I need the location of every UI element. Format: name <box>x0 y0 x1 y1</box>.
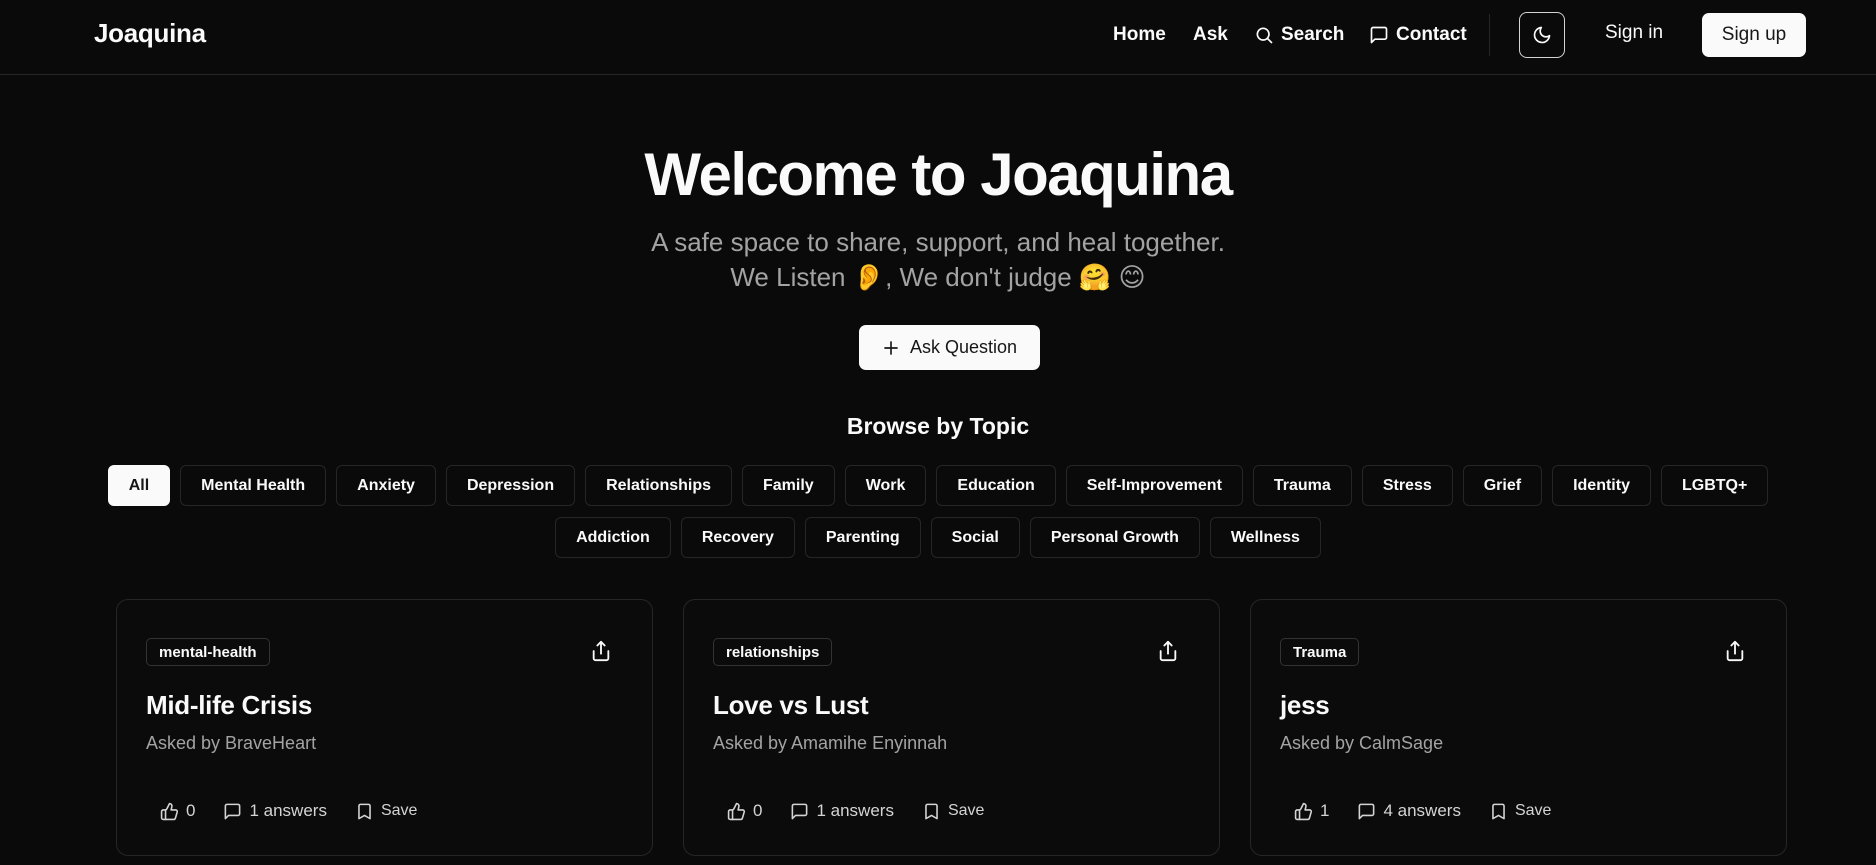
answers-count: 1 answers <box>816 801 894 820</box>
answers-count: 1 answers <box>249 801 327 820</box>
thumbs-up-icon <box>1294 802 1313 821</box>
topic-chip[interactable]: Self-Improvement <box>1065 465 1243 506</box>
question-card[interactable]: mental-health Mid-life Crisis Asked by Bra… <box>116 599 653 856</box>
save-label: Save <box>1514 802 1552 819</box>
bookmark-icon <box>922 802 941 821</box>
search-icon <box>1256 27 1273 44</box>
hero-title: Welcome to Joaquina <box>644 141 1233 208</box>
card-title[interactable]: jess <box>1280 690 1330 721</box>
nav-divider <box>1489 14 1490 56</box>
card-author: Asked by CalmSage <box>1280 733 1444 753</box>
plus-icon <box>884 340 898 355</box>
card-actions: 0 1 answers Save <box>713 793 998 829</box>
topic-chip[interactable]: Trauma <box>1252 465 1352 506</box>
answers-button[interactable]: 4 answers <box>1343 793 1474 829</box>
card-actions: 1 4 answers Save <box>1280 793 1565 829</box>
card-title[interactable]: Mid-life Crisis <box>146 690 312 721</box>
card-actions: 0 1 answers Save <box>146 793 431 829</box>
nav-contact[interactable]: Contact <box>1369 0 1467 70</box>
topic-chip[interactable]: Mental Health <box>180 465 327 506</box>
topic-chip[interactable]: Grief <box>1462 465 1543 506</box>
bookmark-icon <box>355 802 374 821</box>
nav-home-label[interactable]: Home <box>1113 24 1166 46</box>
card-tag[interactable]: mental-health <box>146 638 270 666</box>
nav-ask-label[interactable]: Ask <box>1193 24 1228 46</box>
topic-chip[interactable]: Addiction <box>555 517 671 558</box>
topic-chip[interactable]: Recovery <box>680 517 795 558</box>
hero-subtitle-line1: A safe space to share, support, and heal… <box>651 227 1225 257</box>
ask-question-label: Ask Question <box>909 337 1018 357</box>
sign-up-button[interactable]: Sign up <box>1702 13 1806 57</box>
save-label: Save <box>380 802 418 819</box>
topic-chip[interactable]: Personal Growth <box>1029 517 1200 558</box>
like-count: 0 <box>753 801 763 820</box>
nav-home[interactable]: Home <box>1113 0 1166 70</box>
nav-search-label: Search <box>1281 24 1345 45</box>
message-square-icon <box>223 802 242 821</box>
like-count: 0 <box>186 801 196 820</box>
topic-chip[interactable]: Identity <box>1552 465 1651 506</box>
topic-chip[interactable]: Work <box>844 465 927 506</box>
browse-topic-heading: Browse by Topic <box>846 413 1030 439</box>
topic-chip[interactable]: Anxiety <box>336 465 436 506</box>
share-icon[interactable] <box>1724 640 1746 662</box>
topic-chip[interactable]: Parenting <box>804 517 921 558</box>
nav-ask[interactable]: Ask <box>1193 0 1228 70</box>
nav-contact-label: Contact <box>1396 24 1467 45</box>
card-title[interactable]: Love vs Lust <box>713 690 869 721</box>
message-square-icon <box>1357 802 1376 821</box>
like-button[interactable]: 0 <box>713 793 776 829</box>
topic-chip[interactable]: Relationships <box>585 465 732 506</box>
like-button[interactable]: 1 <box>1280 793 1343 829</box>
site-logo[interactable]: Joaquina <box>94 18 206 49</box>
answers-button[interactable]: 1 answers <box>776 793 907 829</box>
like-button[interactable]: 0 <box>146 793 209 829</box>
card-tag[interactable]: Trauma <box>1280 638 1360 666</box>
card-author: Asked by BraveHeart <box>146 733 317 753</box>
topic-row-1: All Mental Health Anxiety Depression Relatio… <box>0 465 1876 506</box>
topic-chip[interactable]: Depression <box>445 465 576 506</box>
thumbs-up-icon <box>727 802 746 821</box>
bookmark-icon <box>1489 802 1508 821</box>
thumbs-up-icon <box>160 802 179 821</box>
nav-search[interactable]: Search <box>1254 0 1344 70</box>
topic-chip[interactable]: Wellness <box>1209 517 1321 558</box>
save-button[interactable]: Save <box>1475 793 1565 829</box>
answers-button[interactable]: 1 answers <box>209 793 340 829</box>
top-navbar: Joaquina Home Ask Search Contact Sign in… <box>0 0 1876 75</box>
card-tag[interactable]: relationships <box>713 638 833 666</box>
hero-subtitle-line2: We Listen 👂, We don't judge 🤗 😊 <box>730 262 1146 292</box>
topic-chip[interactable]: Social <box>930 517 1020 558</box>
save-button[interactable]: Save <box>341 793 431 829</box>
card-author: Asked by Amamihe Enyinnah <box>713 733 948 753</box>
moon-icon <box>1533 26 1551 44</box>
message-square-icon <box>1370 26 1388 44</box>
topic-chip[interactable]: All <box>107 465 171 506</box>
like-count: 1 <box>1320 801 1330 820</box>
question-card[interactable]: relationships Love vs Lust Asked by Amamih… <box>683 599 1220 856</box>
answers-count: 4 answers <box>1383 801 1461 820</box>
question-card[interactable]: Trauma jess Asked by CalmSage 1 4 answers Sav… <box>1250 599 1787 856</box>
theme-toggle-button[interactable] <box>1519 12 1565 58</box>
topic-chip[interactable]: Family <box>742 465 835 506</box>
save-label: Save <box>947 802 985 819</box>
sign-in-button[interactable]: Sign in <box>1605 22 1663 44</box>
message-square-icon <box>790 802 809 821</box>
topic-chip[interactable]: Education <box>936 465 1056 506</box>
ask-question-button[interactable]: Ask Question <box>859 325 1040 370</box>
save-button[interactable]: Save <box>908 793 998 829</box>
topic-chip[interactable]: LGBTQ+ <box>1660 465 1769 506</box>
topic-chip[interactable]: Stress <box>1361 465 1453 506</box>
topic-row-2: Addiction Recovery Parenting Social Personal… <box>0 517 1876 558</box>
share-icon[interactable] <box>1157 640 1179 662</box>
share-icon[interactable] <box>590 640 612 662</box>
